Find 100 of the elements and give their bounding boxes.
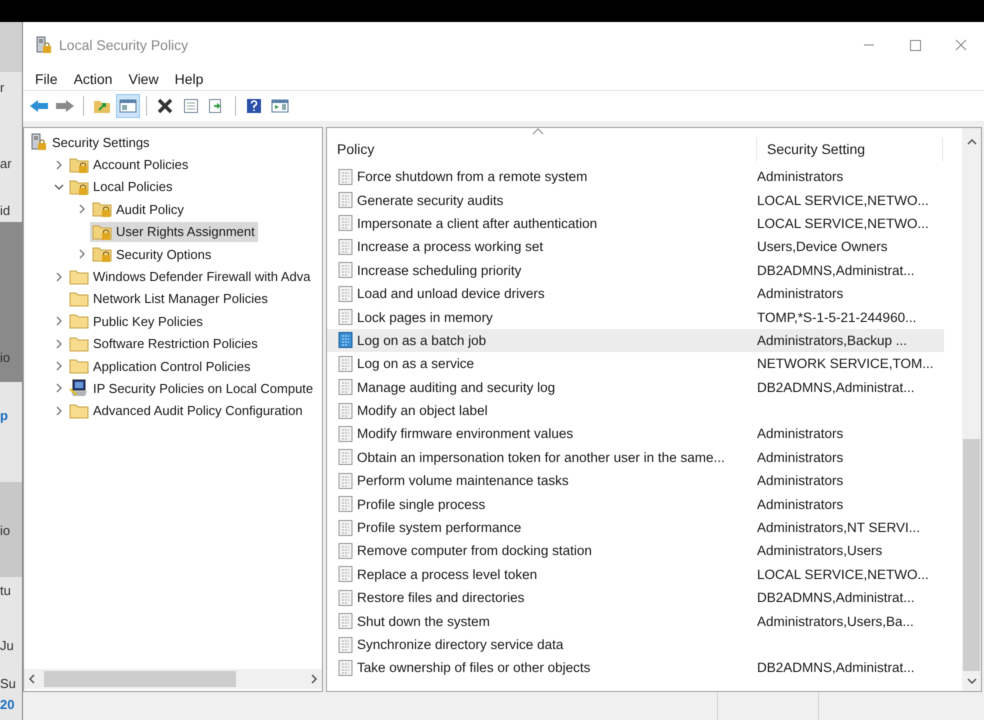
policy-row[interactable]: Synchronize directory service data — [327, 632, 944, 656]
policy-icon — [337, 495, 355, 514]
horizontal-scrollbar[interactable] — [24, 669, 322, 689]
policy-name: Load and unload device drivers — [357, 286, 545, 302]
policy-icon — [337, 565, 355, 584]
tree-item[interactable]: Windows Defender Firewall with Adva — [67, 266, 314, 287]
action-pane-icon[interactable] — [271, 98, 289, 114]
policy-row[interactable]: Modify firmware environment values Administrators — [327, 422, 944, 446]
tree-item[interactable]: User Rights Assignment — [90, 222, 258, 242]
policy-row[interactable]: Log on as a batch job Administrators,Backup ... — [327, 328, 944, 352]
menu-item[interactable]: View — [120, 71, 167, 87]
policy-row[interactable]: Generate security audits LOCAL SERVICE,NETWO... — [327, 188, 944, 212]
policy-row[interactable]: Take ownership of files or other objects DB2ADMNS,Administrat... — [327, 656, 944, 680]
security-setting: Administrators,Backup ... — [757, 332, 908, 348]
policy-name: Replace a process level token — [357, 566, 538, 582]
policy-name: Synchronize directory service data — [357, 637, 564, 652]
menu-item[interactable]: Help — [166, 71, 212, 87]
policy-icon — [337, 636, 355, 654]
policy-row[interactable]: Profile system performance Administrators,NT SERVI... — [327, 516, 944, 540]
policy-row[interactable]: Remove computer from docking station Administrators,Users — [327, 539, 944, 563]
tree-item[interactable]: Audit Policy — [90, 199, 187, 220]
tree-item[interactable]: Account Policies — [67, 154, 192, 175]
security-setting: Administrators,NT SERVI... — [757, 520, 920, 536]
tree-item[interactable]: Security Options — [90, 244, 214, 264]
policy-icon — [337, 518, 355, 537]
security-setting: Administrators,Users — [757, 543, 882, 558]
policy-name: Take ownership of files or other objects — [357, 660, 590, 676]
security-setting: Administrators — [757, 496, 844, 512]
background-window-text: Su — [0, 676, 16, 691]
policy-icon — [337, 214, 355, 232]
tree-item[interactable]: Advanced Audit Policy Configuration — [67, 400, 306, 421]
help-icon[interactable] — [246, 98, 262, 114]
policy-icon — [337, 168, 355, 186]
tree-item[interactable]: Public Key Policies — [67, 311, 206, 332]
locked-folder-icon — [92, 222, 112, 241]
vertical-scrollbar[interactable] — [962, 128, 981, 691]
policy-row[interactable]: Force shutdown from a remote system Administrators — [327, 165, 944, 188]
policy-name: Modify firmware environment values — [357, 426, 574, 442]
policy-row[interactable]: Restore files and directories DB2ADMNS,Administrat... — [327, 586, 944, 610]
policy-name: Profile single process — [357, 496, 486, 512]
security-setting: Administrators,Users,Ba... — [757, 614, 914, 629]
security-setting: NETWORK SERVICE,TOM... — [757, 356, 934, 372]
security-setting: DB2ADMNS,Administrat... — [757, 590, 915, 606]
tree-item[interactable]: Application Control Policies — [67, 356, 254, 376]
tree-item[interactable]: IP Security Policies on Local Compute — [67, 378, 316, 398]
folder-icon — [69, 312, 89, 330]
policy-row[interactable]: Modify an object label — [327, 398, 944, 422]
policy-name: Shut down the system — [357, 614, 490, 629]
policy-row[interactable]: Impersonate a client after authentication LOCAL SERVICE,NETWO... — [327, 212, 944, 236]
locked-folder-icon — [92, 200, 112, 218]
policy-row[interactable]: Shut down the system Administrators,Users,Ba... — [327, 609, 944, 633]
policy-icon — [337, 542, 355, 560]
policy-icon — [337, 448, 355, 466]
locked-folder-icon — [69, 156, 89, 174]
policy-row[interactable]: Increase scheduling priority DB2ADMNS,Administrat... — [327, 258, 944, 282]
policy-icon — [337, 612, 355, 630]
folder-up-icon[interactable] — [93, 98, 111, 114]
console-tree-icon[interactable] — [119, 98, 137, 114]
policy-name: Increase a process working set — [357, 239, 544, 254]
forward-arrow-icon[interactable] — [55, 98, 75, 114]
policy-row[interactable]: Log on as a service NETWORK SERVICE,TOM... — [327, 352, 944, 376]
tree-item[interactable]: Security Settings — [28, 132, 153, 152]
security-setting: Users,Device Owners — [757, 239, 888, 254]
menu-item[interactable]: File — [27, 71, 66, 87]
security-setting: DB2ADMNS,Administrat... — [757, 660, 915, 676]
policy-name: Obtain an impersonation token for another user in the same... — [357, 450, 725, 465]
policy-row[interactable]: Load and unload device drivers Administrators — [327, 282, 944, 306]
background-window-text: io — [0, 523, 10, 538]
policy-icon — [337, 658, 355, 677]
security-setting: DB2ADMNS,Administrat... — [757, 380, 915, 395]
menu-item[interactable]: Action — [66, 71, 120, 87]
tree-item[interactable]: Local Policies — [67, 176, 176, 197]
properties-icon[interactable] — [183, 98, 199, 114]
policy-row[interactable]: Profile single process Administrators — [327, 492, 944, 516]
delete-icon[interactable] — [156, 97, 174, 115]
policy-row[interactable]: Replace a process level token LOCAL SERVICE,NETWO... — [327, 562, 944, 586]
column-header[interactable]: Policy — [337, 141, 374, 157]
background-window-text: id — [0, 203, 10, 218]
security-setting: LOCAL SERVICE,NETWO... — [757, 566, 929, 582]
policy-row[interactable]: Increase a process working set Users,Device Owners — [327, 235, 944, 259]
policy-icon — [337, 378, 355, 396]
back-arrow-icon[interactable] — [29, 98, 49, 114]
policy-row[interactable]: Obtain an impersonation token for another user in the same... Administrators — [327, 446, 944, 470]
folder-icon — [69, 402, 89, 420]
background-window-text: io — [0, 350, 10, 365]
background-window-text: tu — [0, 583, 11, 598]
policy-icon — [337, 284, 355, 303]
tree-item[interactable]: Network List Manager Policies — [67, 288, 271, 309]
policy-row[interactable]: Lock pages in memory TOMP,*S-1-5-21-244960... — [327, 305, 944, 329]
background-window-text: 20 — [0, 697, 14, 712]
window-title: Local Security Policy — [59, 37, 190, 53]
policy-name: Log on as a batch job — [357, 332, 486, 348]
policy-name: Lock pages in memory — [357, 310, 493, 325]
policy-name: Increase scheduling priority — [357, 262, 522, 278]
column-header[interactable]: Security Setting — [767, 141, 866, 157]
policy-icon — [337, 424, 355, 443]
policy-row[interactable]: Perform volume maintenance tasks Administrators — [327, 469, 944, 492]
folder-icon — [69, 357, 89, 376]
tree-item[interactable]: Software Restriction Policies — [67, 334, 261, 354]
policy-row[interactable]: Manage auditing and security log DB2ADMNS,Administrat... — [327, 376, 944, 399]
